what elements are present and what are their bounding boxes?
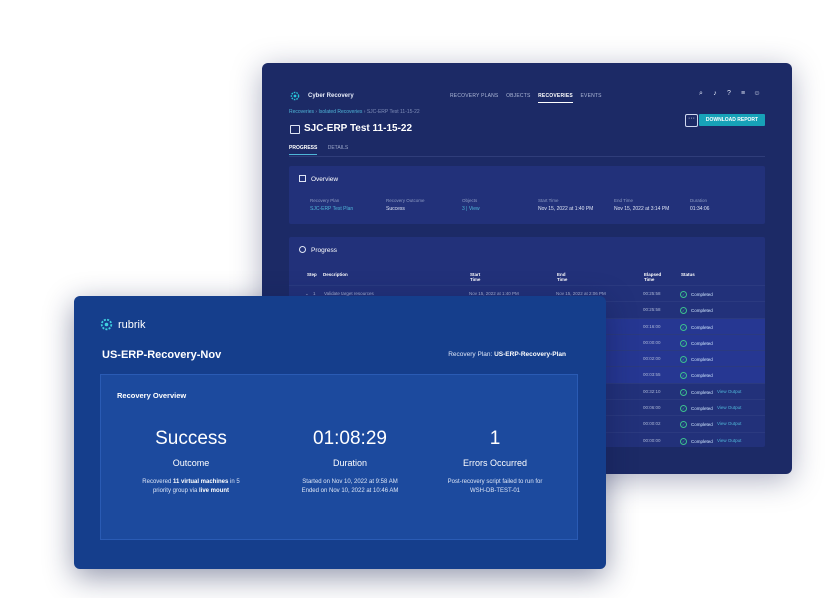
status-completed: Completed xyxy=(680,291,713,298)
outcome-description: Recovered 11 virtual machines in 5 prior… xyxy=(142,479,240,494)
view-output-link[interactable]: View Output xyxy=(717,421,741,426)
status-completed: Completed xyxy=(680,356,713,363)
outcome-label: Outcome xyxy=(172,458,210,468)
tabs: PROGRESS DETAILS xyxy=(289,145,357,155)
search-icon[interactable]: ⌕ xyxy=(697,90,705,98)
breadcrumb-current: SJC-ERP Test 11-15-22 xyxy=(366,109,420,115)
breadcrumb-isolated[interactable]: Isolated Recoveries xyxy=(318,109,362,115)
view-output-link[interactable]: View Output xyxy=(717,389,741,394)
metric-outcome: Success Outcome Recovered 11 virtual mac… xyxy=(111,428,271,496)
nav-icons: ⌕ ♪ ? ≡ ☺ xyxy=(697,90,761,98)
view-output-link[interactable]: View Output xyxy=(717,405,741,410)
recovery-overview-title: Recovery Overview xyxy=(117,391,187,400)
user-icon[interactable]: ☺ xyxy=(753,90,761,98)
brand-name: rubrik xyxy=(118,318,146,331)
tab-divider xyxy=(289,156,765,157)
breadcrumb: Recoveries › Isolated Recoveries › SJC-E… xyxy=(289,109,420,115)
nav-events[interactable]: EVENTS xyxy=(581,93,602,99)
app-name: Cyber Recovery xyxy=(308,93,354,99)
objects-view-link[interactable]: 3 | View xyxy=(462,206,532,212)
metric-errors: 1 Errors Occurred Post-recovery script f… xyxy=(415,428,575,496)
field-start-time: Start Time Nov 15, 2022 at 1:40 PM xyxy=(538,198,594,212)
duration-label: Duration xyxy=(332,458,368,468)
errors-value: 1 xyxy=(489,428,501,449)
more-options-button[interactable]: ··· xyxy=(685,114,698,127)
overview-title: Overview xyxy=(299,175,338,183)
errors-description: Post-recovery script failed to run for W… xyxy=(447,479,543,494)
recovery-title: US-ERP-Recovery-Nov xyxy=(102,349,222,361)
overview-card: Overview Recovery Plan SJC-ERP Test Plan… xyxy=(289,166,765,224)
field-recovery-plan: Recovery Plan SJC-ERP Test Plan xyxy=(310,198,380,212)
field-duration: Duration 01:34:06 xyxy=(690,198,710,212)
view-output-link[interactable]: View Output xyxy=(717,438,741,443)
status-completed: Completed xyxy=(680,307,713,314)
metric-duration: 01:08:29 Duration Started on Nov 10, 202… xyxy=(270,428,430,496)
nav-recovery-plans[interactable]: RECOVERY PLANS xyxy=(450,93,498,99)
help-icon[interactable]: ? xyxy=(725,90,733,98)
recovery-plan-link[interactable]: SJC-ERP Test Plan xyxy=(310,206,380,212)
bell-icon[interactable]: ♪ xyxy=(711,90,719,98)
nav-objects[interactable]: OBJECTS xyxy=(506,93,530,99)
status-completed: Completed xyxy=(680,340,713,347)
overview-icon xyxy=(299,175,306,182)
rubrik-logo-icon xyxy=(290,91,300,101)
progress-icon xyxy=(299,246,306,253)
rubrik-logo-icon xyxy=(100,318,113,331)
recovery-plan-value: US-ERP-Recovery-Plan xyxy=(494,351,566,358)
status-completed: Completed xyxy=(680,389,713,396)
recovery-summary-window: rubrik US-ERP-Recovery-Nov Recovery Plan… xyxy=(74,296,606,569)
nav-recoveries[interactable]: RECOVERIES xyxy=(538,93,573,103)
status-completed: Completed xyxy=(680,438,713,445)
status-completed: Completed xyxy=(680,372,713,379)
duration-value: 01:08:29 xyxy=(313,428,387,449)
errors-label: Errors Occurred xyxy=(462,458,527,468)
tab-progress[interactable]: PROGRESS xyxy=(289,145,318,155)
tab-details[interactable]: DETAILS xyxy=(328,145,348,151)
recovery-plan-label: Recovery Plan: US-ERP-Recovery-Plan xyxy=(448,351,566,358)
status-completed: Completed xyxy=(680,405,713,412)
download-report-button[interactable]: DOWNLOAD REPORT xyxy=(699,114,765,126)
recovery-icon xyxy=(290,125,300,134)
field-objects: Objects 3 | View xyxy=(462,198,532,212)
field-recovery-outcome: Recovery Outcome Success xyxy=(386,198,425,212)
recovery-overview-card: Recovery Overview Success Outcome Recove… xyxy=(100,374,578,540)
rubrik-logo: rubrik xyxy=(100,318,146,331)
duration-description: Started on Nov 10, 2022 at 9:58 AM Ended… xyxy=(301,479,399,494)
field-end-time: End Time Nov 15, 2022 at 3:14 PM xyxy=(614,198,670,212)
status-completed: Completed xyxy=(680,421,713,428)
status-completed: Completed xyxy=(680,324,713,331)
page-title: SJC-ERP Test 11-15-22 xyxy=(304,123,413,134)
breadcrumb-recoveries[interactable]: Recoveries xyxy=(289,109,314,115)
top-nav-links: RECOVERY PLANS OBJECTS RECOVERIES EVENTS xyxy=(450,93,608,103)
progress-title: Progress xyxy=(299,246,337,254)
outcome-value: Success xyxy=(155,428,227,449)
menu-icon[interactable]: ≡ xyxy=(739,90,747,98)
